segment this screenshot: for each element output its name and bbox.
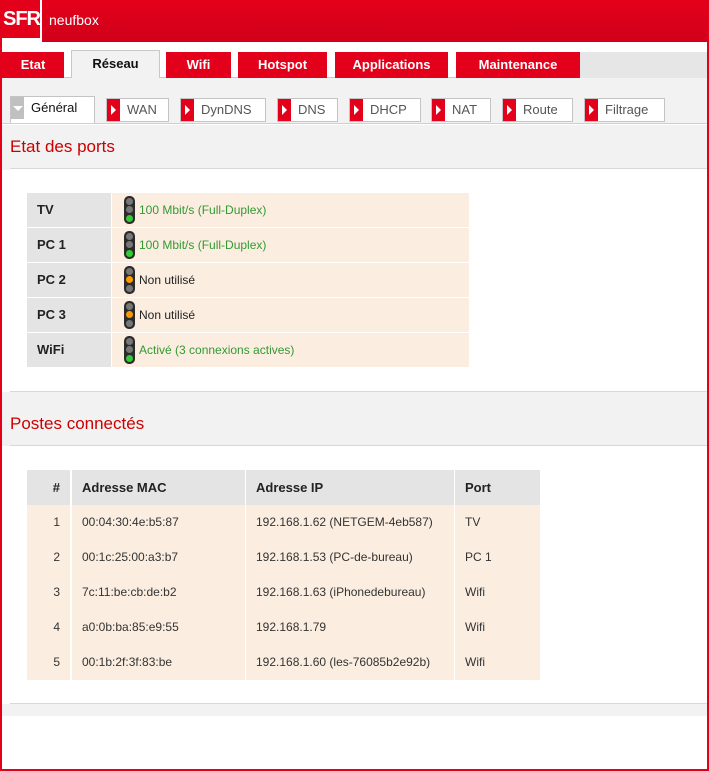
tab-wifi[interactable]: Wifi xyxy=(166,52,231,78)
col-ip: Adresse IP xyxy=(246,470,455,505)
sub-nav: Général WAN DynDNS DNS DHCP NAT Route Fi… xyxy=(2,78,707,124)
table-row: 3 7c:11:be:cb:de:b2 192.168.1.63 (iPhone… xyxy=(27,575,540,610)
subtab-label: Filtrage xyxy=(605,102,649,117)
router-admin-window: SFR neufbox Etat Réseau Wifi Hotspot App… xyxy=(0,0,709,771)
row-number: 5 xyxy=(27,645,71,680)
subtab-filtrage[interactable]: Filtrage xyxy=(584,98,665,122)
port-name: TV xyxy=(455,505,540,540)
port-status-text: Non utilisé xyxy=(139,308,196,322)
subtab-dyndns[interactable]: DynDNS xyxy=(180,98,266,122)
port-name: PC 2 xyxy=(27,263,111,297)
arrow-right-icon xyxy=(278,99,291,121)
col-number: # xyxy=(27,470,71,505)
port-status: Activé (3 connexions actives) xyxy=(112,333,469,367)
sfr-logo: SFR xyxy=(2,0,42,42)
subtab-general[interactable]: Général xyxy=(10,96,95,123)
tab-applications[interactable]: Applications xyxy=(335,52,448,78)
main-nav-filler xyxy=(580,52,707,78)
row-number: 4 xyxy=(27,610,71,645)
ip-address: 192.168.1.62 (NETGEM-4eb587) xyxy=(246,505,455,540)
row-number: 2 xyxy=(27,540,71,575)
mac-address: a0:0b:ba:85:e9:55 xyxy=(72,610,246,645)
traffic-light-icon xyxy=(124,301,135,329)
ports-section-title: Etat des ports xyxy=(10,137,115,156)
traffic-light-icon xyxy=(124,336,135,364)
table-header-row: # Adresse MAC Adresse IP Port xyxy=(27,470,540,505)
port-row-tv: TV 100 Mbit/s (Full-Duplex) xyxy=(27,193,469,227)
subtab-label: DHCP xyxy=(370,102,407,117)
table-row: 2 00:1c:25:00:a3:b7 192.168.1.53 (PC-de-… xyxy=(27,540,540,575)
subtab-dhcp[interactable]: DHCP xyxy=(349,98,421,122)
port-row-pc3: PC 3 Non utilisé xyxy=(27,298,469,332)
port-status: 100 Mbit/s (Full-Duplex) xyxy=(112,228,469,262)
header-bar: SFR neufbox xyxy=(2,0,707,42)
arrow-right-icon xyxy=(107,99,120,121)
col-port: Port xyxy=(455,470,540,505)
port-status-text: 100 Mbit/s (Full-Duplex) xyxy=(139,203,267,217)
subtab-wan[interactable]: WAN xyxy=(106,98,169,122)
section-gap xyxy=(2,392,707,412)
port-name: PC 1 xyxy=(455,540,540,575)
table-row: 1 00:04:30:4e:b5:87 192.168.1.62 (NETGEM… xyxy=(27,505,540,540)
main-nav: Etat Réseau Wifi Hotspot Applications Ma… xyxy=(2,42,707,79)
ip-address: 192.168.1.53 (PC-de-bureau) xyxy=(246,540,455,575)
tab-etat[interactable]: Etat xyxy=(2,52,64,78)
subtab-label: DNS xyxy=(298,102,326,117)
port-name: TV xyxy=(27,193,111,227)
row-number: 3 xyxy=(27,575,71,610)
mac-address: 00:1c:25:00:a3:b7 xyxy=(72,540,246,575)
port-name: PC 1 xyxy=(27,228,111,262)
arrow-right-icon xyxy=(432,99,445,121)
subtab-label: Route xyxy=(523,102,558,117)
ip-address: 192.168.1.60 (les-76085b2e92b) xyxy=(246,645,455,680)
ip-address: 192.168.1.63 (iPhonedebureau) xyxy=(246,575,455,610)
col-mac: Adresse MAC xyxy=(72,470,246,505)
traffic-light-icon xyxy=(124,266,135,294)
mac-address: 7c:11:be:cb:de:b2 xyxy=(72,575,246,610)
mac-address: 00:1b:2f:3f:83:be xyxy=(72,645,246,680)
subtab-label: DynDNS xyxy=(201,102,252,117)
port-status-text: 100 Mbit/s (Full-Duplex) xyxy=(139,238,267,252)
sfr-logo-text: SFR xyxy=(2,0,41,40)
port-status: 100 Mbit/s (Full-Duplex) xyxy=(112,193,469,227)
tab-reseau[interactable]: Réseau xyxy=(71,50,160,79)
port-status-text: Activé (3 connexions actives) xyxy=(139,343,295,357)
traffic-light-icon xyxy=(124,196,135,224)
row-number: 1 xyxy=(27,505,71,540)
table-row: 5 00:1b:2f:3f:83:be 192.168.1.60 (les-76… xyxy=(27,645,540,680)
footer-band xyxy=(2,704,707,716)
table-row: 4 a0:0b:ba:85:e9:55 192.168.1.79 Wifi xyxy=(27,610,540,645)
arrow-right-icon xyxy=(585,99,598,121)
port-name: WiFi xyxy=(27,333,111,367)
port-row-wifi: WiFi Activé (3 connexions actives) xyxy=(27,333,469,367)
subtab-dns[interactable]: DNS xyxy=(277,98,338,122)
traffic-light-icon xyxy=(124,231,135,259)
port-name: Wifi xyxy=(455,645,540,680)
port-row-pc1: PC 1 100 Mbit/s (Full-Duplex) xyxy=(27,228,469,262)
subtab-label: NAT xyxy=(452,102,478,117)
tab-maintenance[interactable]: Maintenance xyxy=(456,52,580,78)
port-name: PC 3 xyxy=(27,298,111,332)
port-name: Wifi xyxy=(455,610,540,645)
port-status-text: Non utilisé xyxy=(139,273,196,287)
port-status: Non utilisé xyxy=(112,298,469,332)
subtab-label: WAN xyxy=(127,102,157,117)
brand-name: neufbox xyxy=(49,12,99,28)
arrow-right-icon xyxy=(503,99,516,121)
port-name: Wifi xyxy=(455,575,540,610)
subtab-nat[interactable]: NAT xyxy=(431,98,491,122)
chevron-down-icon xyxy=(11,97,24,119)
ip-address: 192.168.1.79 xyxy=(246,610,455,645)
hosts-section-title: Postes connectés xyxy=(10,414,145,433)
arrow-right-icon xyxy=(350,99,363,121)
port-status: Non utilisé xyxy=(112,263,469,297)
port-row-pc2: PC 2 Non utilisé xyxy=(27,263,469,297)
mac-address: 00:04:30:4e:b5:87 xyxy=(72,505,246,540)
arrow-right-icon xyxy=(181,99,194,121)
subtab-route[interactable]: Route xyxy=(502,98,573,122)
subtab-label: Général xyxy=(31,100,78,115)
tab-hotspot[interactable]: Hotspot xyxy=(238,52,327,78)
